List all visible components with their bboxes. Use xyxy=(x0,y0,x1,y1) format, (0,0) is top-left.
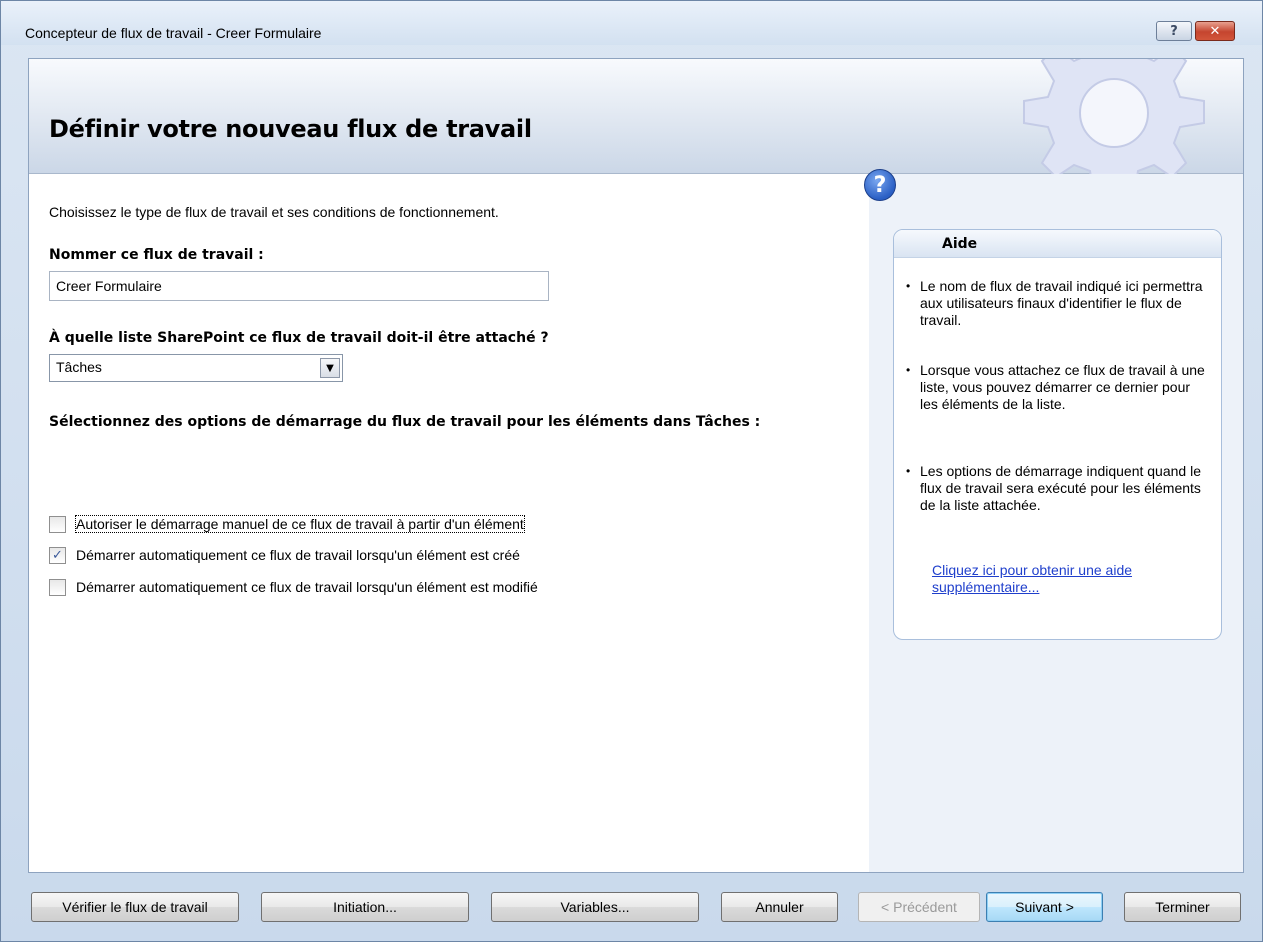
option-start-on-create[interactable]: ✓ Démarrer automatiquement ce flux de tr… xyxy=(49,544,520,566)
option-label: Autoriser le démarrage manuel de ce flux… xyxy=(75,515,525,533)
checkbox[interactable] xyxy=(49,515,66,533)
list-select-value: Tâches xyxy=(56,359,102,375)
help-item: • Le nom de flux de travail indiqué ici p… xyxy=(906,278,1203,328)
list-select[interactable]: Tâches ▼ xyxy=(49,354,343,382)
title-bar[interactable]: Concepteur de flux de travail - Creer Fo… xyxy=(1,1,1262,45)
verify-workflow-button[interactable]: Vérifier le flux de travail xyxy=(31,892,239,922)
help-question-icon: ? xyxy=(864,169,896,201)
close-button[interactable]: ✕ xyxy=(1195,21,1235,41)
cancel-button[interactable]: Annuler xyxy=(721,892,838,922)
start-options-label: Sélectionnez des options de démarrage du… xyxy=(49,414,761,430)
next-button[interactable]: Suivant > xyxy=(986,892,1103,922)
page-title: Définir votre nouveau flux de travail xyxy=(49,115,532,143)
option-label: Démarrer automatiquement ce flux de trav… xyxy=(76,547,520,563)
chevron-down-icon[interactable]: ▼ xyxy=(320,358,340,378)
workflow-name-input[interactable] xyxy=(49,271,549,301)
intro-text: Choisissez le type de flux de travail et… xyxy=(49,204,499,220)
list-label: À quelle liste SharePoint ce flux de tra… xyxy=(49,330,549,346)
option-start-on-change[interactable]: Démarrer automatiquement ce flux de trav… xyxy=(49,576,538,598)
help-title: Aide xyxy=(942,236,978,252)
initiation-button[interactable]: Initiation... xyxy=(261,892,469,922)
window-title: Concepteur de flux de travail - Creer Fo… xyxy=(25,25,322,41)
checkbox[interactable]: ✓ xyxy=(49,546,66,564)
option-label: Démarrer automatiquement ce flux de trav… xyxy=(76,579,538,595)
workflow-name-label: Nommer ce flux de travail : xyxy=(49,247,264,263)
workflow-designer-window: Concepteur de flux de travail - Creer Fo… xyxy=(0,0,1263,942)
previous-button[interactable]: < Précédent xyxy=(858,892,980,922)
finish-button[interactable]: Terminer xyxy=(1124,892,1241,922)
checkbox[interactable] xyxy=(49,578,66,596)
help-button[interactable]: ? xyxy=(1156,21,1192,41)
help-header: Aide xyxy=(894,230,1221,258)
help-item: • Les options de démarrage indiquent quan… xyxy=(906,463,1201,513)
variables-button[interactable]: Variables... xyxy=(491,892,699,922)
help-box: Aide • Le nom de flux de travail indiqué … xyxy=(893,229,1222,640)
option-manual-start[interactable]: Autoriser le démarrage manuel de ce flux… xyxy=(49,513,525,535)
wizard-header: Définir votre nouveau flux de travail xyxy=(29,59,1243,199)
more-help-link[interactable]: Cliquez ici pour obtenir une aide supplé… xyxy=(932,562,1202,596)
help-item: • Lorsque vous attachez ce flux de travai… xyxy=(906,362,1205,412)
